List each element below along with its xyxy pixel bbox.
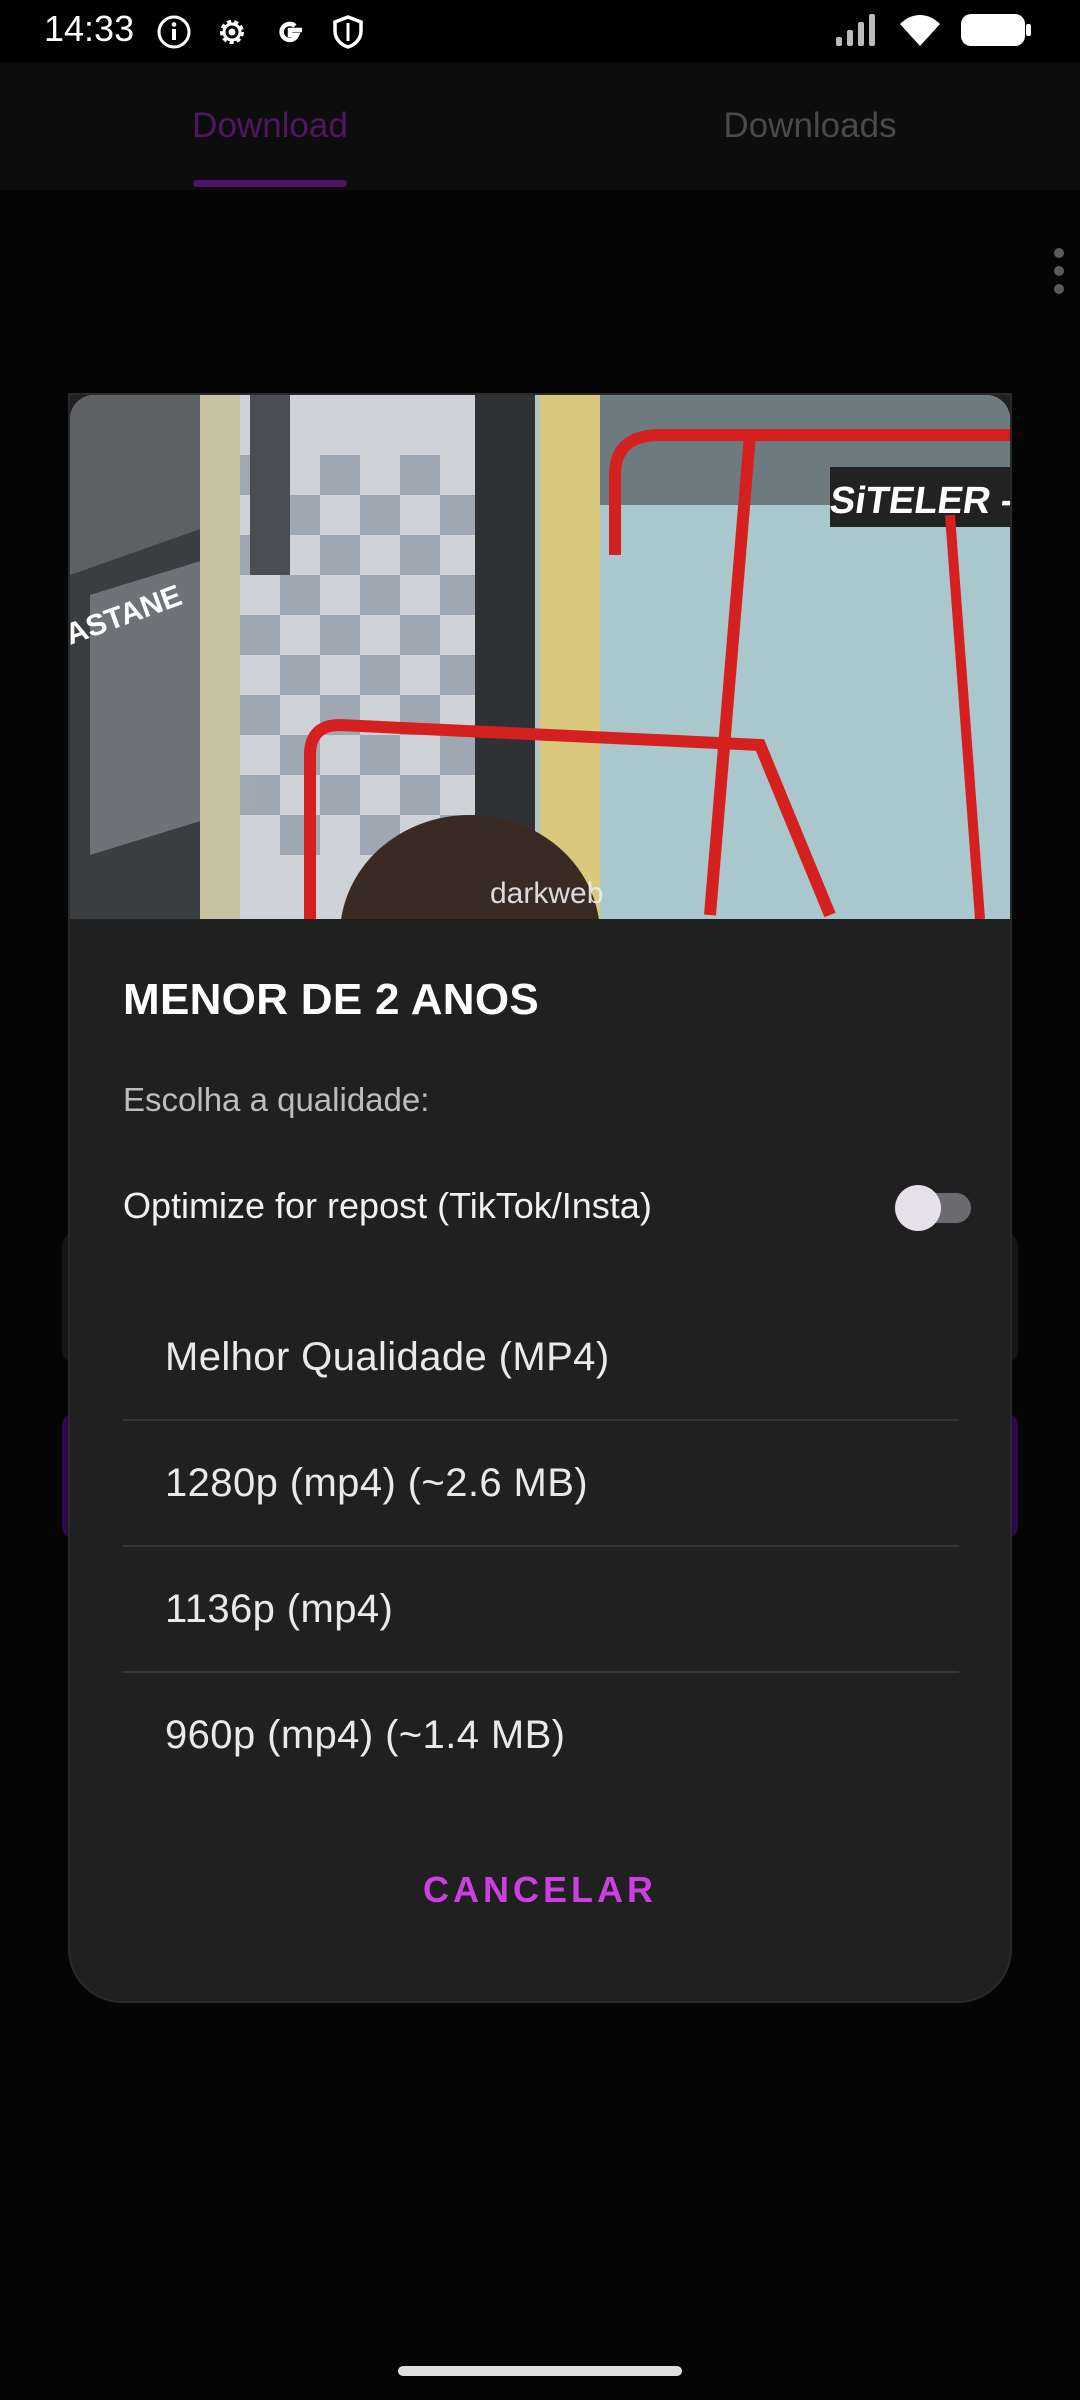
cancel-button[interactable]: CANCELAR	[70, 1850, 1010, 1930]
optimize-repost-label: Optimize for repost (TikTok/Insta)	[123, 1185, 652, 1226]
quality-dialog: SiTELER -H ASTANE darkweb MENOR DE 2 ANO…	[70, 395, 1010, 2001]
quality-option-960p[interactable]: 960p (mp4) (~1.4 MB)	[123, 1673, 959, 1799]
quality-option-1136p[interactable]: 1136p (mp4)	[123, 1547, 959, 1673]
switch-thumb	[895, 1185, 941, 1231]
quality-option-label: 960p (mp4) (~1.4 MB)	[165, 1713, 566, 1757]
wifi-icon	[898, 12, 942, 53]
quality-option-label: 1136p (mp4)	[165, 1587, 394, 1631]
app-tab-bar: Download Downloads	[0, 62, 1080, 190]
dialog-title: MENOR DE 2 ANOS	[123, 975, 540, 1024]
tab-downloads[interactable]: Downloads	[540, 62, 1080, 190]
optimize-repost-row[interactable]: Optimize for repost (TikTok/Insta)	[123, 1171, 999, 1241]
quality-option-label: 1280p (mp4) (~2.6 MB)	[165, 1461, 589, 1505]
thumbnail-watermark: darkweb	[490, 877, 603, 910]
google-icon	[272, 14, 308, 50]
battery-icon	[960, 12, 1032, 53]
tab-indicator	[193, 180, 347, 187]
shield-icon	[330, 14, 366, 50]
quality-option-best[interactable]: Melhor Qualidade (MP4)	[123, 1295, 959, 1421]
info-icon	[156, 14, 192, 50]
dialog-subtitle: Escolha a qualidade:	[123, 1081, 430, 1118]
video-thumbnail: SiTELER -H ASTANE darkweb	[70, 395, 1010, 919]
signal-icon	[834, 13, 880, 52]
overflow-menu-icon[interactable]	[1052, 248, 1066, 294]
status-time: 14:33	[44, 8, 135, 49]
tab-download[interactable]: Download	[0, 62, 540, 190]
optimize-repost-switch[interactable]	[895, 1185, 977, 1231]
home-indicator[interactable]	[398, 2366, 682, 2376]
settings-gear-icon	[214, 14, 250, 50]
quality-option-1280p[interactable]: 1280p (mp4) (~2.6 MB)	[123, 1421, 959, 1547]
thumbnail-sign-text: SiTELER -H	[827, 479, 1010, 522]
quality-option-label: Melhor Qualidade (MP4)	[165, 1335, 610, 1379]
status-bar: 14:33	[0, 0, 1080, 62]
